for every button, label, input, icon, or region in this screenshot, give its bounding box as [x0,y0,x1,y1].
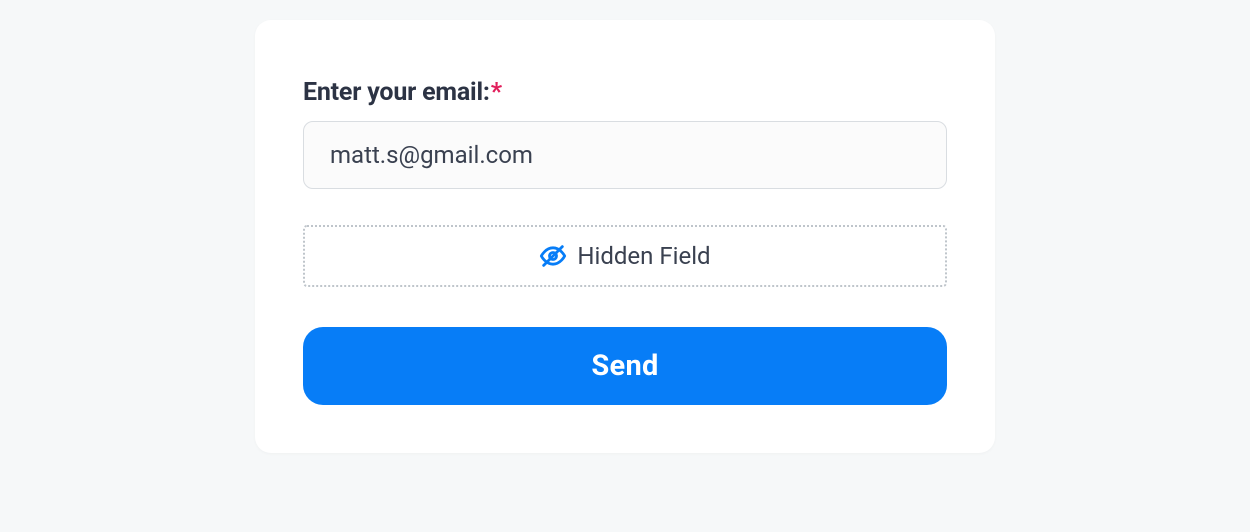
eye-slash-icon [539,242,567,270]
email-label: Enter your email:* [303,78,947,107]
form-card: Enter your email:* Hidden Field Send [255,20,995,453]
send-button[interactable]: Send [303,327,947,405]
email-label-text: Enter your email: [303,78,490,107]
required-asterisk: * [491,78,502,107]
email-field[interactable] [303,121,947,189]
hidden-field-placeholder[interactable]: Hidden Field [303,225,947,287]
hidden-field-label: Hidden Field [577,242,710,270]
